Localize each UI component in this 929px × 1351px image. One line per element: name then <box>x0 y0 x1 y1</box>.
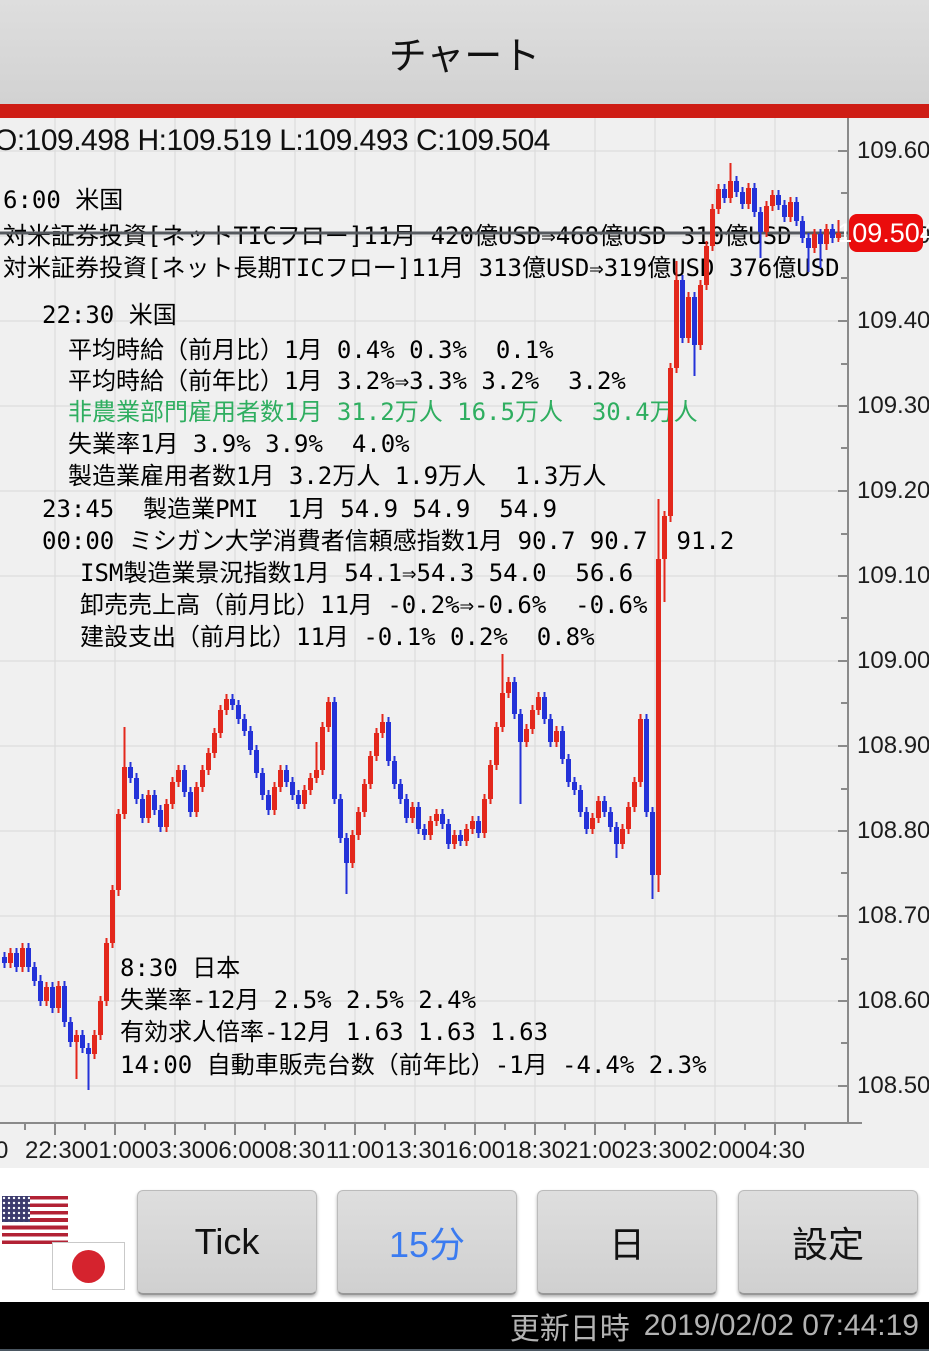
candlestick-plot[interactable] <box>0 118 929 1168</box>
bottom-toolbar: Tick 15分 日 設定 <box>0 1168 929 1302</box>
title-bar: チャート <box>0 0 929 104</box>
price-axis-label: 109.000 <box>857 647 927 675</box>
daily-button[interactable]: 日 <box>537 1190 717 1295</box>
price-axis-label: 108.900 <box>857 732 927 760</box>
price-axis-label: 109.200 <box>857 477 927 505</box>
accent-strip <box>0 104 929 118</box>
current-price-badge: 109.504 <box>849 214 923 252</box>
price-axis-label: 108.700 <box>857 902 927 930</box>
japan-flag-sun <box>72 1250 105 1283</box>
app-screen: チャート 6:00 米国対米証券投資[ネットTICフロー]11月 420億USD… <box>0 0 929 1351</box>
price-axis-label: 109.600 <box>857 137 927 165</box>
price-axis-label: 109.100 <box>857 562 927 590</box>
us-flag-canton <box>2 1196 30 1222</box>
time-axis-label: 04:30 <box>727 1137 823 1165</box>
ohlc-readout: O:109.498 H:109.519 L:109.493 C:109.504 <box>0 124 550 158</box>
price-axis-label: 109.300 <box>857 392 927 420</box>
page-title: チャート <box>389 25 541 80</box>
japan-flag-icon[interactable] <box>52 1242 125 1290</box>
updated-at-value: 2019/02/02 07:44:19 <box>644 1309 919 1343</box>
timeframe-15min-button[interactable]: 15分 <box>337 1190 517 1295</box>
price-axis-label: 109.400 <box>857 307 927 335</box>
tick-button[interactable]: Tick <box>137 1190 317 1295</box>
status-bar: 更新日時 2019/02/02 07:44:19 <box>0 1302 929 1351</box>
chart-area[interactable]: 6:00 米国対米証券投資[ネットTICフロー]11月 420億USD⇒468億… <box>0 118 929 1168</box>
updated-at-label: 更新日時 <box>510 1304 630 1348</box>
price-axis-label: 108.800 <box>857 817 927 845</box>
price-axis-label: 108.500 <box>857 1072 927 1100</box>
price-axis-label: 108.600 <box>857 987 927 1015</box>
us-flag-icon[interactable] <box>2 1196 68 1244</box>
settings-button[interactable]: 設定 <box>738 1190 918 1295</box>
